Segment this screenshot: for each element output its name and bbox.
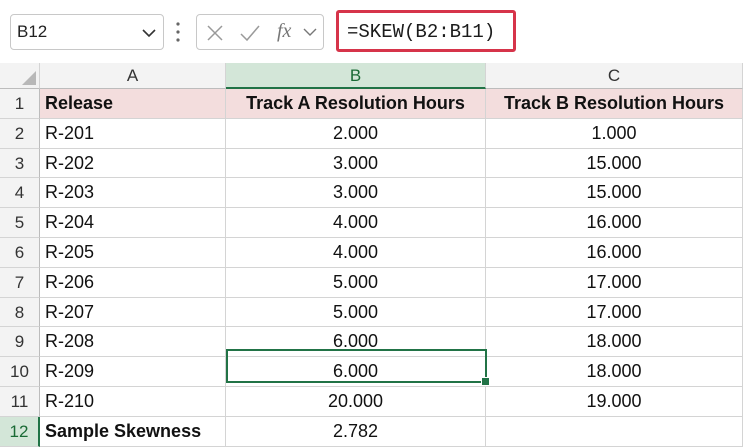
select-all-corner[interactable] <box>0 63 40 89</box>
cell-a6[interactable]: R-205 <box>40 238 226 268</box>
spreadsheet-grid: A B C 1 Release Track A Resolution Hours Track… <box>0 63 743 448</box>
column-header-a[interactable]: A <box>40 63 226 89</box>
select-all-icon <box>22 71 36 85</box>
row-header-7[interactable]: 7 <box>0 267 40 298</box>
column-header-c[interactable]: C <box>486 63 743 89</box>
row-header-6[interactable]: 6 <box>0 238 40 268</box>
formula-bar-area: B12 fx =SKEW(B2:B11) <box>0 0 743 63</box>
cancel-icon[interactable] <box>205 23 225 43</box>
cell-a4[interactable]: R-203 <box>40 178 226 209</box>
cell-c8[interactable]: 17.000 <box>486 297 743 328</box>
cell-c6[interactable]: 16.000 <box>486 238 743 268</box>
formula-text: =SKEW(B2:B11) <box>347 21 496 43</box>
cell-a7[interactable]: R-206 <box>40 267 226 298</box>
cell-b4[interactable]: 3.000 <box>226 178 486 209</box>
cell-a1[interactable]: Release <box>40 89 226 119</box>
cell-a11[interactable]: R-210 <box>40 387 226 417</box>
cell-c3[interactable]: 15.000 <box>486 148 743 179</box>
cell-b2[interactable]: 2.000 <box>226 118 486 149</box>
fill-handle[interactable] <box>481 377 490 386</box>
column-header-b[interactable]: B <box>226 63 486 89</box>
row-header-3[interactable]: 3 <box>0 148 40 179</box>
cell-b9[interactable]: 6.000 <box>226 327 486 358</box>
cell-c10[interactable]: 18.000 <box>486 357 743 387</box>
cell-b10[interactable]: 6.000 <box>226 357 486 387</box>
row-header-1[interactable]: 1 <box>0 89 40 119</box>
row-header-12[interactable]: 12 <box>0 416 40 447</box>
cell-b1[interactable]: Track A Resolution Hours <box>226 89 486 119</box>
cell-a3[interactable]: R-202 <box>40 148 226 179</box>
cell-c11[interactable]: 19.000 <box>486 387 743 417</box>
cell-b6[interactable]: 4.000 <box>226 238 486 268</box>
chevron-down-icon[interactable] <box>141 25 157 41</box>
name-box[interactable]: B12 <box>10 14 164 50</box>
name-box-value: B12 <box>17 22 48 41</box>
cell-a5[interactable]: R-204 <box>40 208 226 238</box>
cell-b11[interactable]: 20.000 <box>226 387 486 417</box>
cell-a8[interactable]: R-207 <box>40 297 226 328</box>
row-header-11[interactable]: 11 <box>0 387 40 417</box>
row-header-9[interactable]: 9 <box>0 327 40 358</box>
function-icon[interactable]: fx <box>277 20 291 43</box>
cell-b8[interactable]: 5.000 <box>226 297 486 328</box>
cell-c1[interactable]: Track B Resolution Hours <box>486 89 743 119</box>
cell-c12[interactable] <box>486 416 743 447</box>
cell-c9[interactable]: 18.000 <box>486 327 743 358</box>
formula-input[interactable]: =SKEW(B2:B11) <box>336 10 516 52</box>
cell-b7[interactable]: 5.000 <box>226 267 486 298</box>
row-header-8[interactable]: 8 <box>0 297 40 328</box>
cell-b3[interactable]: 3.000 <box>226 148 486 179</box>
more-dots-icon[interactable] <box>174 18 182 46</box>
cell-b12[interactable]: 2.782 <box>226 416 486 447</box>
cell-c4[interactable]: 15.000 <box>486 178 743 209</box>
cell-b5[interactable]: 4.000 <box>226 208 486 238</box>
cell-c7[interactable]: 17.000 <box>486 267 743 298</box>
cell-a12[interactable]: Sample Skewness <box>40 416 226 447</box>
cell-c2[interactable]: 1.000 <box>486 118 743 149</box>
row-header-10[interactable]: 10 <box>0 357 40 387</box>
cell-a2[interactable]: R-201 <box>40 118 226 149</box>
enter-icon[interactable] <box>239 23 261 43</box>
cell-a10[interactable]: R-209 <box>40 357 226 387</box>
row-header-5[interactable]: 5 <box>0 208 40 238</box>
row-header-4[interactable]: 4 <box>0 178 40 209</box>
cell-c5[interactable]: 16.000 <box>486 208 743 238</box>
row-header-2[interactable]: 2 <box>0 118 40 149</box>
formula-actions: fx <box>196 14 324 50</box>
chevron-down-icon[interactable] <box>303 26 317 38</box>
cell-a9[interactable]: R-208 <box>40 327 226 358</box>
